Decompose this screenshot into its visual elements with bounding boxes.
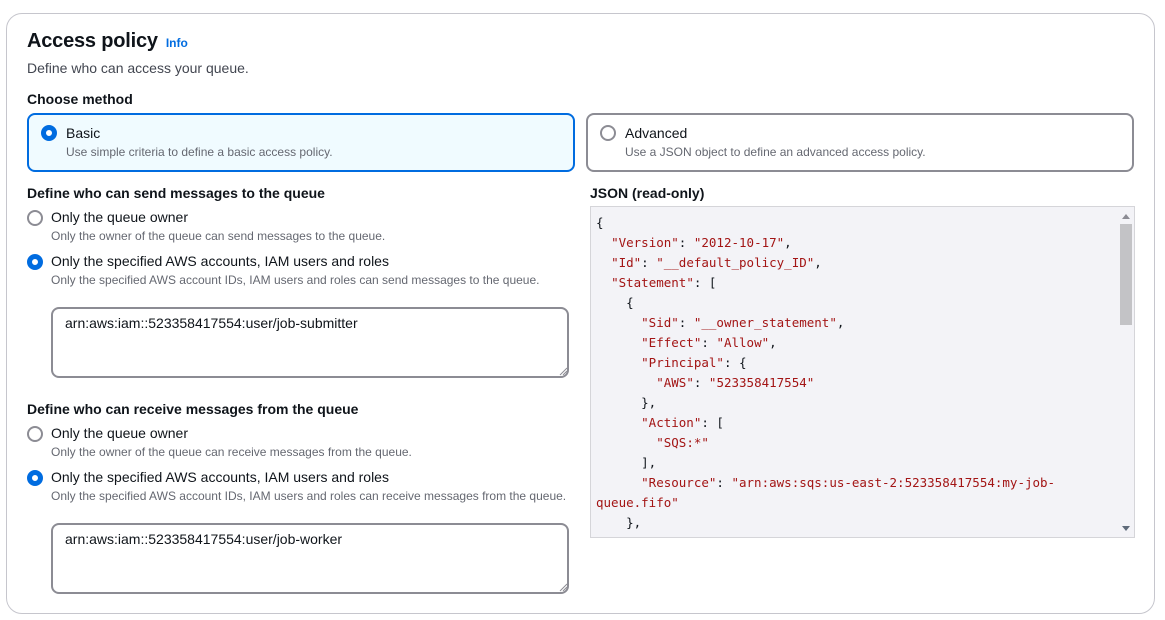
scroll-down-arrow-icon[interactable] [1122, 526, 1130, 531]
receive-option-owner[interactable]: Only the queue owner Only the owner of t… [27, 425, 577, 461]
method-tile-advanced[interactable]: Advanced Use a JSON object to define an … [586, 113, 1134, 172]
method-tile-basic[interactable]: Basic Use simple criteria to define a ba… [27, 113, 575, 172]
option-description: Only the specified AWS account IDs, IAM … [51, 273, 540, 287]
json-line: "Principal": { [641, 355, 747, 370]
json-line: { [596, 533, 1114, 537]
tile-label: Basic [66, 125, 101, 141]
option-description: Only the owner of the queue can send mes… [51, 229, 386, 243]
option-label: Only the specified AWS accounts, IAM use… [51, 253, 389, 269]
option-description: Only the owner of the queue can receive … [51, 445, 412, 459]
option-label: Only the queue owner [51, 425, 188, 441]
resize-handle-icon[interactable] [559, 583, 568, 592]
resize-handle-icon[interactable] [559, 367, 568, 376]
radio-receive-owner[interactable] [27, 426, 43, 442]
panel-description: Define who can access your queue. [27, 60, 249, 76]
choose-method-label: Choose method [27, 91, 133, 107]
option-label: Only the queue owner [51, 209, 188, 225]
receive-principals-textarea[interactable]: arn:aws:iam::523358417554:user/job-worke… [51, 523, 569, 594]
json-line: }, [596, 515, 642, 530]
json-line: "Version": "2012-10-17", [611, 235, 792, 250]
json-line: "Resource": "arn:aws:sqs:us-east-2:52335… [641, 475, 1056, 490]
json-label: JSON (read-only) [590, 185, 705, 201]
receive-option-specified[interactable]: Only the specified AWS accounts, IAM use… [27, 469, 577, 505]
radio-send-specified[interactable] [27, 254, 43, 270]
json-line: "Statement": [ [611, 275, 717, 290]
json-line: "Effect": "Allow", [641, 335, 777, 350]
json-scrollbar[interactable] [1118, 207, 1134, 537]
json-line: ], [596, 455, 657, 470]
send-option-owner[interactable]: Only the queue owner Only the owner of t… [27, 209, 567, 245]
radio-basic[interactable] [41, 125, 57, 141]
send-section-label: Define who can send messages to the queu… [27, 185, 325, 201]
json-line: "SQS:*" [656, 435, 709, 450]
page-title: Access policy [27, 30, 158, 52]
option-label: Only the specified AWS accounts, IAM use… [51, 469, 389, 485]
scroll-up-arrow-icon[interactable] [1122, 214, 1130, 219]
json-line: { [596, 295, 634, 310]
tile-description: Use a JSON object to define an advanced … [625, 145, 926, 159]
json-viewer[interactable]: { "Version": "2012-10-17", "Id": "__defa… [590, 206, 1135, 538]
radio-receive-specified[interactable] [27, 470, 43, 486]
panel-header: Access policy Info [27, 30, 188, 53]
json-code: { "Version": "2012-10-17", "Id": "__defa… [596, 213, 1114, 537]
json-line: "Action": [ [641, 415, 724, 430]
send-principals-textarea[interactable]: arn:aws:iam::523358417554:user/job-submi… [51, 307, 569, 378]
json-line: "Id": "__default_policy_ID", [611, 255, 822, 270]
scroll-thumb[interactable] [1120, 224, 1132, 325]
json-line: "Sid": "__owner_statement", [641, 315, 845, 330]
json-line: queue.fifo" [596, 495, 679, 510]
tile-description: Use simple criteria to define a basic ac… [66, 145, 333, 159]
json-line: { [596, 215, 604, 230]
send-option-specified[interactable]: Only the specified AWS accounts, IAM use… [27, 253, 567, 289]
option-description: Only the specified AWS account IDs, IAM … [51, 489, 567, 503]
radio-advanced[interactable] [600, 125, 616, 141]
tile-label: Advanced [625, 125, 688, 141]
info-link[interactable]: Info [166, 36, 188, 50]
radio-send-owner[interactable] [27, 210, 43, 226]
json-line: }, [596, 395, 657, 410]
receive-section-label: Define who can receive messages from the… [27, 401, 359, 417]
json-line: "AWS": "523358417554" [656, 375, 815, 390]
